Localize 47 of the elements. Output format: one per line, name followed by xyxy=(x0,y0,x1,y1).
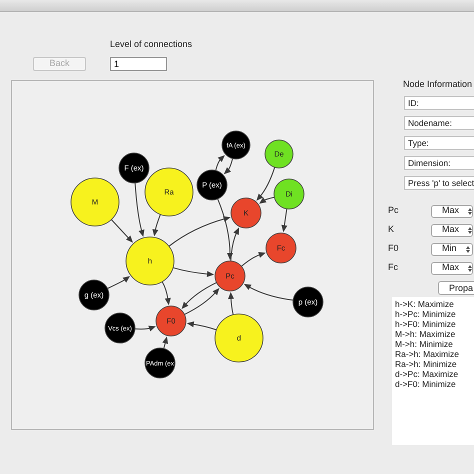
arrow xyxy=(162,280,171,305)
arrow xyxy=(241,252,266,266)
arrow xyxy=(152,213,161,236)
result-line: Ra->h: Maximize xyxy=(395,349,460,359)
arrow xyxy=(228,292,234,315)
goal-select[interactable]: Min xyxy=(431,242,473,256)
arrow xyxy=(172,266,214,276)
arrow xyxy=(162,336,168,348)
info-field[interactable]: ID: xyxy=(404,96,474,110)
result-line: d->Pc: Maximize xyxy=(395,369,460,379)
result-line: h->K: Maximize xyxy=(395,299,455,309)
goal-select[interactable]: Max xyxy=(431,204,473,218)
up-down-icon xyxy=(466,246,470,252)
goal-select[interactable]: Max xyxy=(431,262,473,274)
result-line: M->h: Maximize xyxy=(395,329,456,339)
level-input[interactable]: 1 xyxy=(110,56,167,70)
result-line: M->h: Minimize xyxy=(395,339,454,349)
goal-label: Pc xyxy=(388,204,400,218)
arrow xyxy=(134,182,144,236)
goal-select[interactable]: Max xyxy=(431,224,473,236)
arrow xyxy=(134,325,156,331)
propagate-button[interactable]: Propa xyxy=(438,281,474,295)
goal-label: F0 xyxy=(388,242,400,256)
goal-label: Fc xyxy=(388,261,399,274)
level-label: Level of connections xyxy=(110,38,192,51)
arrow xyxy=(215,154,225,170)
arrow xyxy=(184,288,220,314)
up-down-icon xyxy=(468,226,472,234)
up-down-icon xyxy=(468,208,472,214)
info-field[interactable]: Nodename: xyxy=(404,116,474,130)
arrow xyxy=(244,283,294,300)
arrow xyxy=(182,282,217,308)
goal-label: K xyxy=(388,223,396,236)
result-line: d->F0: Minimize xyxy=(395,379,457,389)
arrow xyxy=(224,158,234,174)
result-line: Ra->h: Minimize xyxy=(395,359,458,369)
result-line: h->F0: Minimize xyxy=(395,319,457,329)
info-field[interactable]: Press 'p' to select xyxy=(404,176,474,190)
up-down-icon xyxy=(468,264,472,272)
result-line: h->Pc: Minimize xyxy=(395,309,457,319)
info-field[interactable]: Type: xyxy=(404,136,474,150)
arrow xyxy=(281,208,288,232)
node-information-title: Node Information xyxy=(402,78,474,90)
info-field[interactable]: Dimension: xyxy=(404,156,474,170)
arrow xyxy=(110,218,133,242)
arrow xyxy=(186,320,217,330)
arrow xyxy=(107,276,130,288)
